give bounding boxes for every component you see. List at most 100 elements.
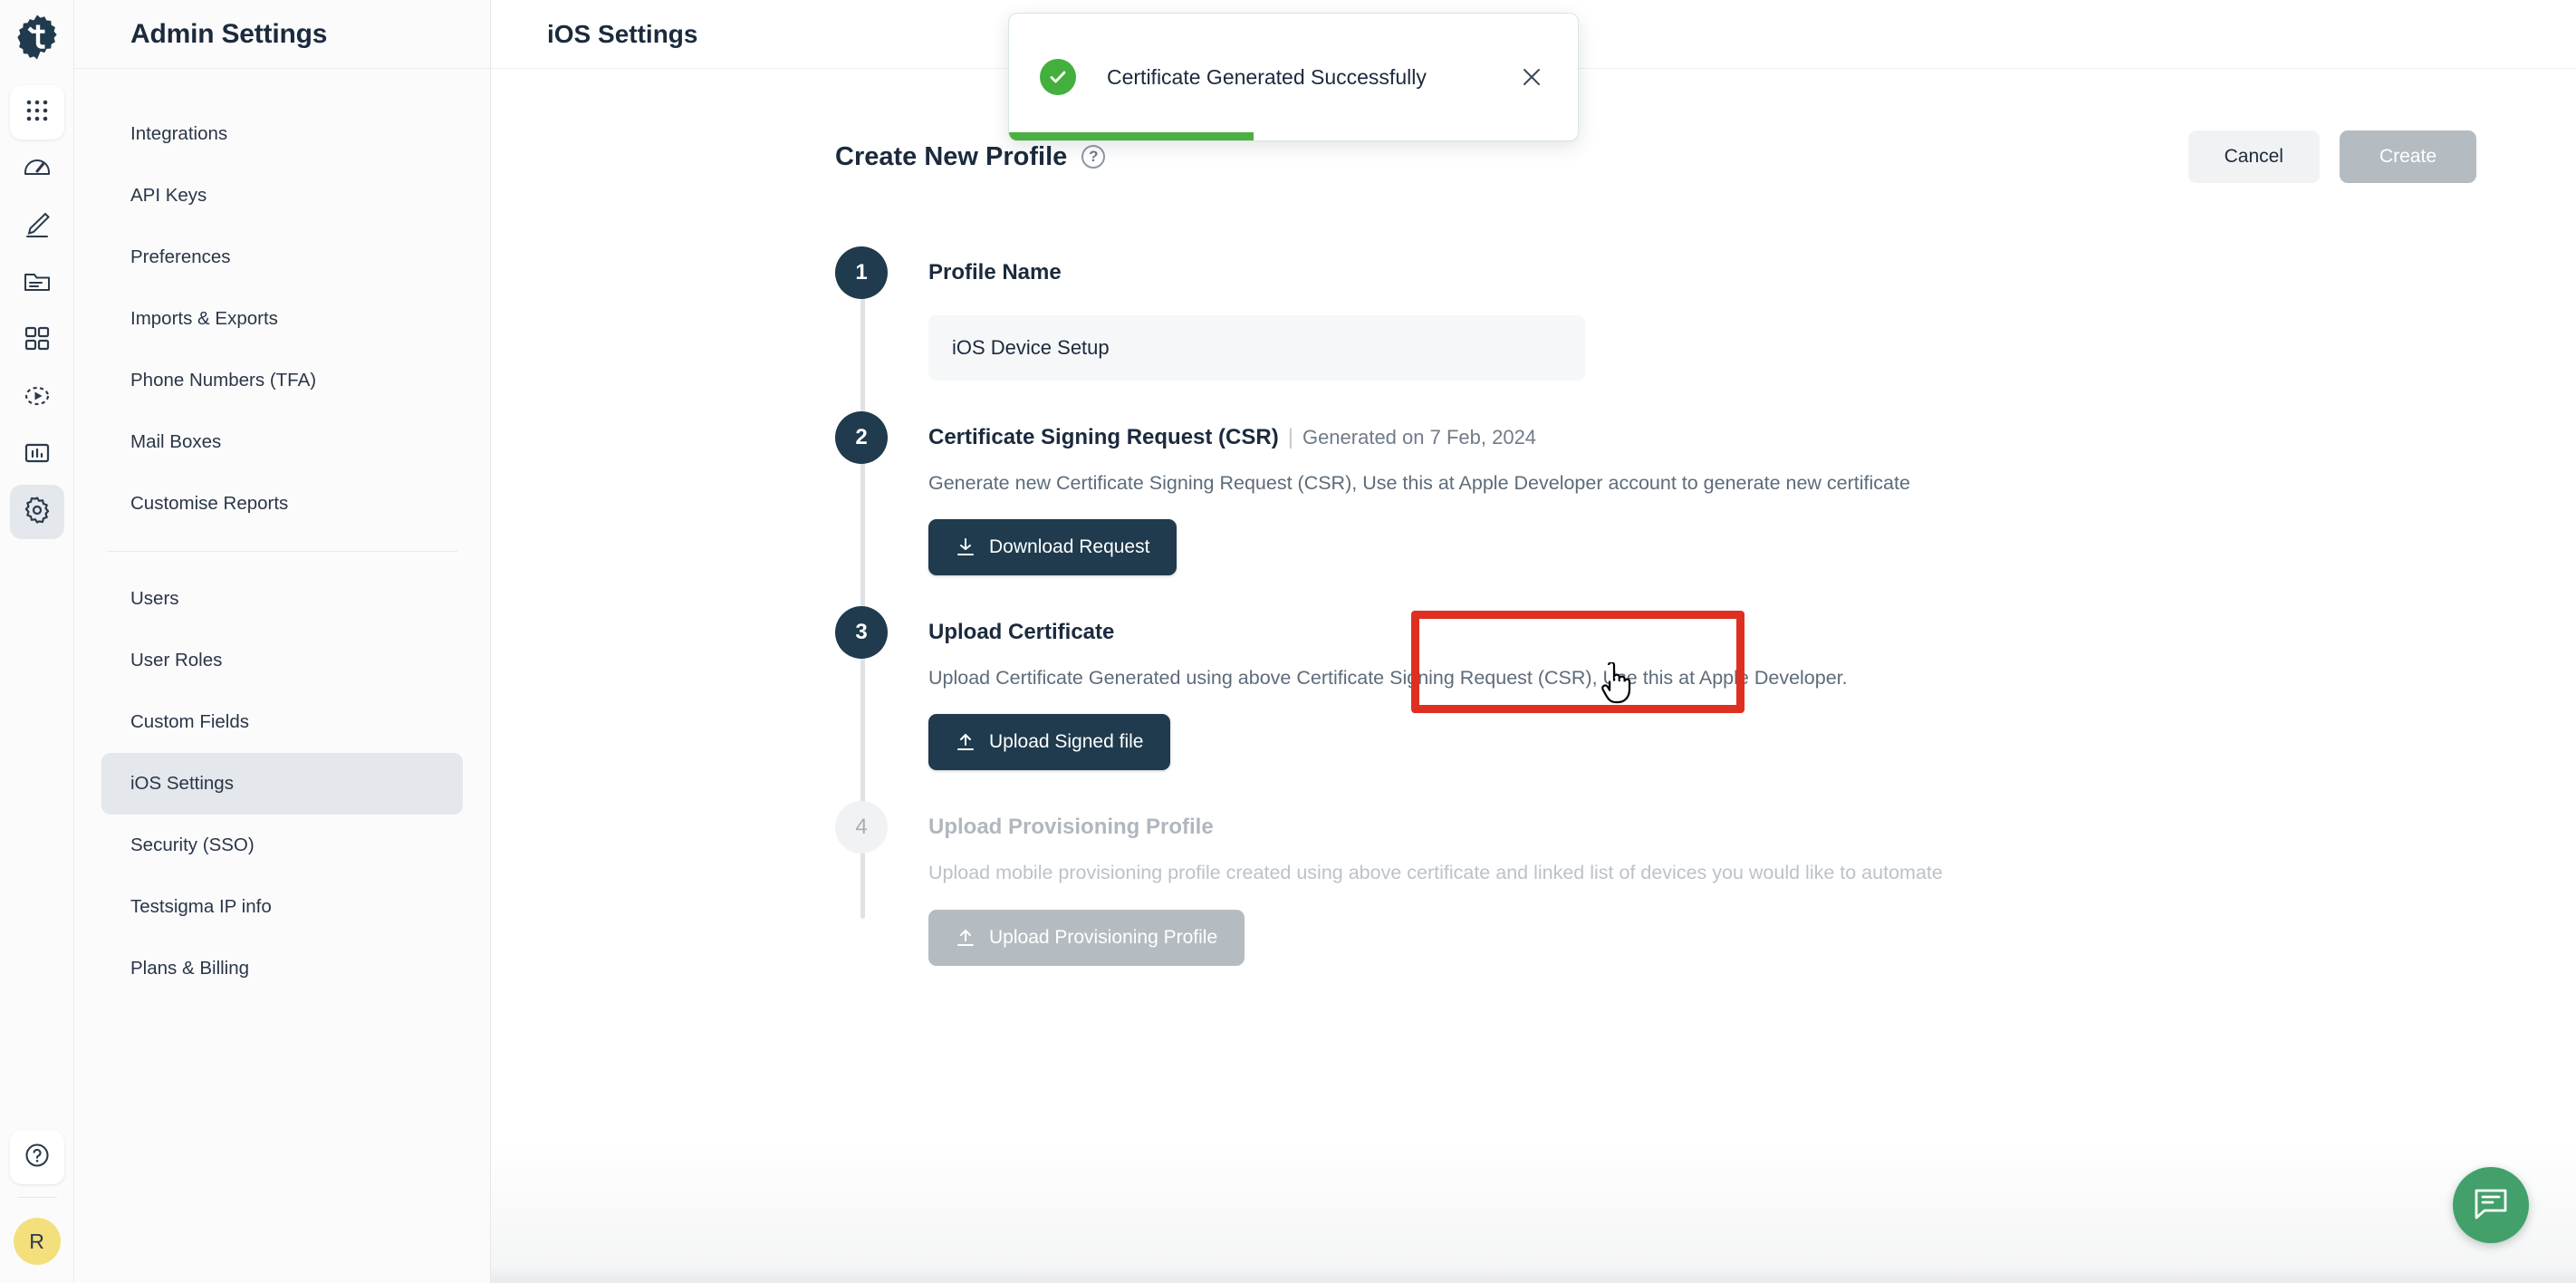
rail-item-dashboard[interactable] [10, 142, 64, 197]
step-title: Profile Name [928, 260, 1062, 285]
rail-item-settings[interactable] [9, 485, 64, 539]
chat-support-button[interactable] [2453, 1167, 2529, 1243]
page-actions: Cancel Create [2187, 130, 2476, 183]
sidebar-item-label: Custom Fields [130, 711, 250, 732]
help-button[interactable] [9, 1130, 64, 1184]
download-request-label: Download Request [989, 536, 1150, 558]
help-question-icon[interactable]: ? [1081, 145, 1106, 169]
sidebar-item-testsigma-ip-info[interactable]: Testsigma IP info [101, 876, 463, 938]
main-panel: iOS Settings Create New Profile ? Cancel… [491, 0, 2576, 1283]
step-title: Upload Provisioning Profile [928, 815, 1214, 840]
play-run-icon [23, 381, 52, 415]
step-body: Upload Provisioning Profile Upload mobil… [928, 801, 2476, 996]
app-logo[interactable] [9, 9, 65, 65]
rail-divider [16, 1197, 57, 1198]
sidebar-item-label: Plans & Billing [130, 958, 250, 979]
rail-item-list [9, 85, 64, 539]
create-button: Create [2339, 130, 2476, 183]
avatar[interactable]: R [13, 1218, 61, 1265]
settings-sidebar: Admin Settings Integrations API Keys Pre… [74, 0, 491, 1283]
step-profile-name: 1 Profile Name iOS Device Setup [835, 246, 2476, 411]
sidebar-item-imports-exports[interactable]: Imports & Exports [101, 288, 463, 350]
sidebar-item-preferences[interactable]: Preferences [101, 227, 463, 288]
primary-icon-rail: R [0, 0, 74, 1283]
cancel-button[interactable]: Cancel [2187, 130, 2320, 183]
csr-generated-date: Generated on 7 Feb, 2024 [1302, 426, 1537, 449]
sidebar-item-label: Imports & Exports [130, 308, 278, 329]
download-request-button[interactable]: Download Request [928, 519, 1177, 576]
step-bullet: 4 [835, 801, 888, 854]
sidebar-item-label: Integrations [130, 123, 228, 144]
step-title-text: Certificate Signing Request (CSR) [928, 425, 1279, 449]
help-question-icon [24, 1142, 51, 1173]
chat-message-icon [2472, 1184, 2510, 1227]
upload-icon [956, 732, 976, 752]
rail-item-apps[interactable] [9, 85, 64, 140]
folder-icon [23, 267, 52, 301]
step-title: Upload Certificate [928, 620, 1115, 645]
sidebar-item-label: Mail Boxes [130, 431, 222, 452]
step-upload-certificate: 3 Upload Certificate Upload Certificate … [835, 606, 2476, 801]
sidebar-item-custom-fields[interactable]: Custom Fields [101, 691, 463, 753]
upload-provisioning-profile-button: Upload Provisioning Profile [928, 909, 1245, 966]
page-title-row: Create New Profile ? [835, 141, 1106, 172]
sidebar-item-label: Security (SSO) [130, 834, 255, 855]
page-title: Create New Profile [835, 141, 1068, 171]
page-header-title: iOS Settings [547, 19, 698, 48]
pencil-edit-icon [23, 210, 52, 244]
rail-item-reports[interactable] [10, 428, 64, 482]
upload-signed-file-button[interactable]: Upload Signed file [928, 714, 1171, 771]
sidebar-item-security-sso[interactable]: Security (SSO) [101, 815, 463, 876]
profile-name-input[interactable]: iOS Device Setup [928, 315, 1585, 381]
step-title: Certificate Signing Request (CSR) | Genera… [928, 411, 2476, 464]
sidebar-group-divider [107, 551, 457, 552]
bottom-fade [491, 1267, 2576, 1283]
step-bullet: 2 [835, 411, 888, 464]
rail-item-files[interactable] [10, 256, 64, 311]
sidebar-item-users[interactable]: Users [101, 568, 463, 630]
sidebar-header: Admin Settings [74, 0, 490, 69]
sidebar-item-label: User Roles [130, 650, 223, 670]
step-bullet: 1 [835, 246, 888, 299]
sidebar-item-mail-boxes[interactable]: Mail Boxes [101, 411, 463, 473]
content-wrapper: Create New Profile ? Cancel Create 1 Pro… [491, 69, 2576, 997]
sidebar-item-label: Users [130, 588, 179, 609]
step-body: Certificate Signing Request (CSR) | Genera… [928, 411, 2476, 606]
grid-apps-icon [25, 99, 49, 127]
step-description: Upload mobile provisioning profile creat… [928, 862, 1943, 884]
upload-provisioning-profile-label: Upload Provisioning Profile [989, 926, 1218, 948]
step-certificate-signing-request: 2 Certificate Signing Request (CSR) | Gene… [835, 411, 2476, 606]
gear-settings-icon [23, 496, 52, 529]
sidebar-nav: Integrations API Keys Preferences Import… [74, 69, 490, 999]
step-description: Upload Certificate Generated using above… [928, 667, 1848, 690]
rail-bottom-group: R [0, 1130, 73, 1283]
app-root: R Admin Settings Integrations API Keys P… [0, 0, 2576, 1283]
sidebar-item-phone-numbers[interactable]: Phone Numbers (TFA) [101, 350, 463, 411]
sidebar-item-plans-billing[interactable]: Plans & Billing [101, 938, 463, 999]
sidebar-item-api-keys[interactable]: API Keys [101, 165, 463, 227]
sidebar-item-label: API Keys [130, 185, 207, 206]
sidebar-item-customise-reports[interactable]: Customise Reports [101, 473, 463, 535]
toast-message: Certificate Generated Successfully [1107, 64, 1427, 89]
rail-item-create[interactable] [10, 199, 64, 254]
upload-signed-file-label: Upload Signed file [989, 731, 1144, 753]
profile-stepper: 1 Profile Name iOS Device Setup 2 Certif… [835, 246, 2476, 997]
close-icon[interactable] [1516, 62, 1547, 92]
sidebar-item-ios-settings[interactable]: iOS Settings [101, 753, 463, 815]
sidebar-item-user-roles[interactable]: User Roles [101, 630, 463, 691]
sidebar-item-label: Phone Numbers (TFA) [130, 370, 317, 391]
step-upload-provisioning-profile: 4 Upload Provisioning Profile Upload mob… [835, 801, 2476, 996]
sidebar-item-integrations[interactable]: Integrations [101, 103, 463, 165]
download-icon [956, 537, 976, 557]
title-separator: | [1287, 425, 1293, 449]
speedometer-icon [23, 153, 52, 187]
step-description: Generate new Certificate Signing Request… [928, 472, 1910, 494]
rail-item-plans[interactable] [10, 314, 64, 368]
check-circle-icon [1040, 59, 1076, 95]
squares-dashboard-icon [24, 325, 51, 357]
bar-chart-icon [24, 439, 51, 471]
rail-item-runs[interactable] [10, 371, 64, 425]
toast-progress-bar [1009, 132, 1254, 140]
step-body: Upload Certificate Upload Certificate Ge… [928, 606, 2476, 801]
step-body: Profile Name iOS Device Setup [928, 246, 2476, 411]
